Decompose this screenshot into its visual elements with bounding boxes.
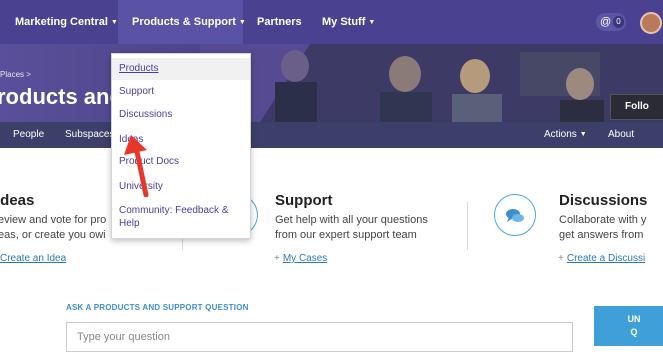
nav-marketing-central[interactable]: Marketing Central ▼ (0, 0, 118, 44)
hero-photo (200, 44, 663, 122)
menu-item-support[interactable]: Support (112, 85, 250, 99)
support-card-title: Support (275, 192, 333, 209)
create-discussion-link-label: Create a Discussi (566, 253, 646, 264)
space-nav: People Subspaces Actions ▼ About (0, 122, 663, 148)
follow-button[interactable]: Follo (610, 94, 663, 120)
tab-subspaces[interactable]: Subspaces (65, 122, 114, 148)
actions-menu-label: Actions (544, 129, 577, 140)
notifications-button[interactable]: @ 0 (596, 13, 626, 31)
plus-icon: + (274, 253, 280, 264)
ask-question-button[interactable]: UN Q (594, 306, 663, 346)
chevron-down-icon: ▼ (579, 131, 587, 138)
create-idea-link[interactable]: Create an Idea (0, 253, 66, 264)
tab-about[interactable]: About (608, 122, 634, 148)
create-idea-link-label: Create an Idea (0, 253, 67, 264)
discussions-icon (494, 194, 536, 236)
menu-item-community-feedback-line2[interactable]: Help (112, 217, 250, 231)
support-card-text-line1: Get help with all your questions (275, 214, 428, 226)
actions-menu[interactable]: Actions ▼ (544, 122, 587, 148)
breadcrumb[interactable]: Places > (0, 70, 31, 79)
menu-item-community-feedback[interactable]: Community: Feedback & (112, 204, 250, 218)
user-avatar[interactable] (640, 12, 662, 34)
chevron-down-icon: ▼ (238, 19, 246, 26)
mention-icon: @ (600, 16, 612, 28)
my-cases-link[interactable]: + My Cases (274, 253, 327, 264)
ideas-card-title: Ideas (0, 192, 35, 209)
chevron-down-icon: ▼ (368, 19, 376, 26)
create-discussion-link[interactable]: + Create a Discussi (558, 253, 645, 264)
chevron-down-icon: ▼ (110, 19, 118, 26)
hero-banner: Places > roducts and Su Follo (0, 44, 663, 122)
nav-products-support-label: Products & Support (132, 16, 236, 28)
chat-bubbles-icon (506, 209, 524, 222)
discussions-card-title: Discussions (559, 192, 648, 209)
nav-my-stuff[interactable]: My Stuff ▼ (322, 0, 375, 44)
discussions-card-text-line1: Collaborate with y (559, 214, 647, 226)
ideas-card-text-line1: eview and vote for pro (0, 214, 107, 226)
discussions-card-text-line2: get answers from (559, 229, 644, 241)
nav-products-support[interactable]: Products & Support ▼ (118, 0, 246, 44)
top-nav: Marketing Central ▼ Products & Support ▼ P… (0, 0, 663, 44)
plus-icon: + (558, 253, 564, 264)
support-card-text-line2: from our expert support team (275, 229, 417, 241)
annotation-arrow-icon (124, 135, 149, 197)
ask-question-button-line2: Q (630, 327, 638, 337)
nav-marketing-central-label: Marketing Central (15, 16, 108, 28)
nav-my-stuff-label: My Stuff (322, 16, 366, 28)
ideas-card-text-line2: eas, or create you owi (0, 229, 106, 241)
my-cases-link-label: My Cases (282, 253, 328, 264)
menu-item-discussions[interactable]: Discussions (112, 108, 250, 122)
tab-people[interactable]: People (13, 122, 44, 148)
ask-question-button-line1: UN (627, 314, 641, 324)
nav-partners[interactable]: Partners (257, 0, 302, 44)
menu-item-products[interactable]: Products (112, 58, 250, 80)
notification-count-badge: 0 (613, 16, 624, 28)
ask-question-label: ASK A PRODUCTS AND SUPPORT QUESTION (66, 303, 249, 312)
card-divider (467, 202, 468, 250)
nav-partners-label: Partners (257, 16, 302, 28)
question-input[interactable] (66, 322, 573, 352)
